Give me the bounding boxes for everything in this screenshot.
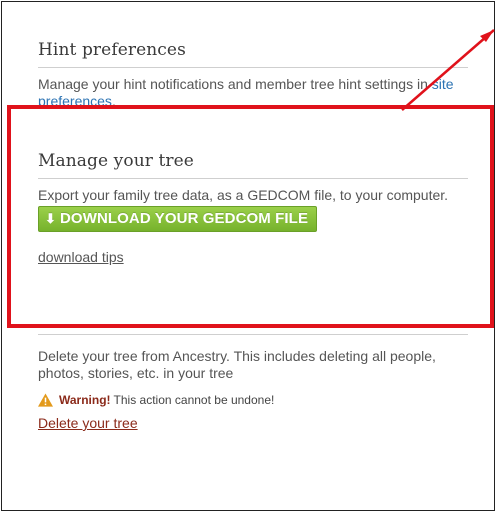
section-divider (38, 334, 468, 335)
delete-tree-link[interactable]: Delete your tree (38, 415, 138, 431)
warning-icon (38, 393, 53, 407)
warning-row: Warning! This action cannot be undone! (38, 393, 468, 407)
delete-tree-description: Delete your tree from Ancestry. This inc… (38, 348, 436, 381)
delete-tree-section: Delete your tree from Ancestry. This inc… (38, 334, 468, 433)
warning-label: Warning! (59, 393, 111, 407)
warning-text: This action cannot be undone! (113, 393, 275, 407)
annotation-arrow-icon (401, 29, 495, 111)
